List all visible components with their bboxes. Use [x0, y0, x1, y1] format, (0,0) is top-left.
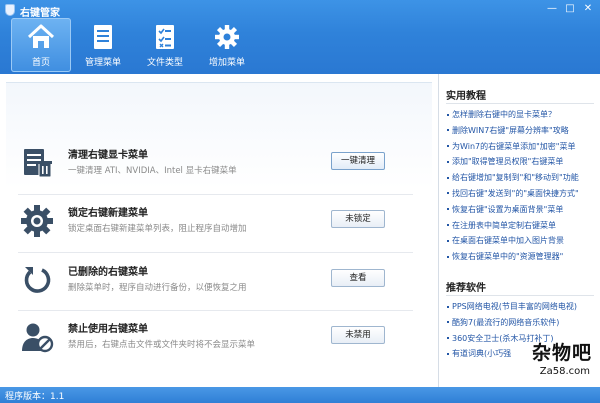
tutorial-list: 怎样删除右键中的显卡菜单？ 删除WIN7右键"屏幕分辨率"攻略 为Win7的右键…: [447, 107, 579, 265]
feature-title: 已删除的右键菜单: [68, 267, 148, 278]
view-backup-button[interactable]: 查看: [331, 269, 385, 287]
feature-row-lock-new-menu: 锁定右键新建菜单 锁定桌面右键新建菜单列表，阻止程序自动增加 未锁定: [18, 198, 413, 248]
section-divider: [446, 295, 594, 296]
main-content: 清理右键显卡菜单 一键清理 ATI、NVIDIA、Intel 显卡右键菜单 一键…: [0, 74, 438, 387]
tutorial-link[interactable]: 添加"取得管理员权限"右键菜单: [447, 154, 579, 170]
close-button[interactable]: ✕: [580, 2, 596, 16]
minimize-button[interactable]: —: [544, 2, 560, 16]
tutorials-heading: 实用教程: [446, 91, 486, 102]
restore-icon: [24, 267, 51, 293]
app-title: 右键管家: [20, 8, 60, 19]
tutorial-link[interactable]: 恢复右键"设置为桌面背景"菜单: [447, 202, 579, 218]
tutorial-link[interactable]: 删除WIN7右键"屏幕分辨率"攻略: [447, 123, 579, 139]
nav-item-manage-menu[interactable]: 管理菜单: [73, 18, 133, 72]
feature-description: 删除菜单时，程序自动进行备份，以便恢复之用: [68, 283, 247, 293]
nav-label: 首页: [31, 58, 50, 68]
settings-gear-icon: [21, 205, 53, 237]
lock-toggle-button[interactable]: 未锁定: [331, 210, 385, 228]
watermark-main: 杂物吧: [531, 342, 592, 364]
header: 右键管家 — □ ✕ 首页 管理菜单 文件类型 增加菜单: [0, 0, 600, 74]
nav-label: 文件类型: [146, 58, 183, 68]
row-divider: [18, 252, 413, 253]
one-click-clean-button[interactable]: 一键清理: [331, 152, 385, 170]
cleanup-icon: [24, 149, 52, 178]
tutorial-link[interactable]: 在桌面右键菜单中加入图片背景: [447, 233, 579, 249]
file-type-icon: [156, 25, 174, 49]
disable-toggle-button[interactable]: 未禁用: [331, 326, 385, 344]
maximize-button[interactable]: □: [562, 2, 578, 16]
feature-description: 锁定桌面右键新建菜单列表，阻止程序自动增加: [68, 224, 247, 234]
feature-title: 清理右键显卡菜单: [68, 150, 148, 161]
feature-description: 一键清理 ATI、NVIDIA、Intel 显卡右键菜单: [68, 166, 237, 176]
site-watermark: 杂物吧 Za58.com: [492, 338, 592, 383]
tutorial-link[interactable]: 为Win7的右键菜单添加"加密"菜单: [447, 139, 579, 155]
tutorial-link[interactable]: 给右键增加"复制到"和"移动到"功能: [447, 170, 579, 186]
row-divider: [18, 194, 413, 195]
tutorial-link[interactable]: 恢复右键菜单中的"资源管理器": [447, 249, 579, 265]
disable-user-icon: [22, 323, 54, 353]
feature-row-deleted-menus: 已删除的右键菜单 删除菜单时，程序自动进行备份，以便恢复之用 查看: [18, 257, 413, 307]
feature-title: 禁止使用右键菜单: [68, 324, 148, 335]
nav-label: 管理菜单: [84, 58, 121, 68]
watermark-sub: Za58.com: [539, 366, 590, 377]
tutorial-link[interactable]: 在注册表中简单定制右键菜单: [447, 218, 579, 234]
title-bar[interactable]: 右键管家 — □ ✕: [0, 0, 600, 20]
software-heading: 推荐软件: [446, 283, 486, 294]
nav-item-home[interactable]: 首页: [11, 18, 71, 72]
status-bar: 程序版本：1.1: [0, 387, 600, 403]
gear-icon: [215, 25, 239, 49]
version-text: 程序版本：1.1: [5, 392, 65, 402]
main-nav: 首页 管理菜单 文件类型 增加菜单: [11, 18, 259, 72]
feature-description: 禁用后，右键点击文件或文件夹时将不会显示菜单: [68, 340, 256, 350]
nav-label: 增加菜单: [208, 58, 245, 68]
nav-item-file-type[interactable]: 文件类型: [135, 18, 195, 72]
feature-row-disable-context-menu: 禁止使用右键菜单 禁用后，右键点击文件或文件夹时将不会显示菜单 未禁用: [18, 314, 413, 364]
app-logo-icon: [5, 4, 15, 16]
feature-row-clean-gpu-menu: 清理右键显卡菜单 一键清理 ATI、NVIDIA、Intel 显卡右键菜单 一键…: [18, 140, 413, 190]
feature-title: 锁定右键新建菜单: [68, 208, 148, 219]
menu-list-icon: [94, 25, 112, 49]
tutorial-link[interactable]: 怎样删除右键中的显卡菜单？: [447, 107, 579, 123]
home-icon: [27, 24, 55, 48]
nav-item-add-menu[interactable]: 增加菜单: [197, 18, 257, 72]
section-divider: [446, 103, 594, 104]
software-link[interactable]: PPS网络电视(节目丰富的网络电视): [447, 299, 577, 315]
tutorial-link[interactable]: 找回右键"发送到"的"桌面快捷方式": [447, 186, 579, 202]
row-divider: [18, 310, 413, 311]
window-controls: — □ ✕: [544, 2, 596, 16]
software-link[interactable]: 酷狗7(最流行的网络音乐软件): [447, 315, 577, 331]
